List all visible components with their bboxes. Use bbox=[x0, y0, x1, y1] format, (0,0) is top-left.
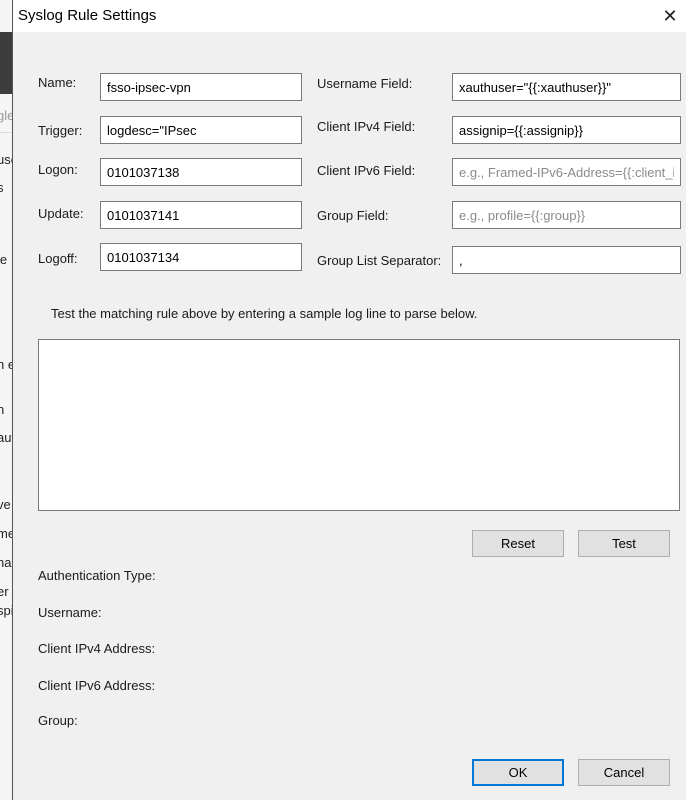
background-text: s bbox=[0, 180, 4, 195]
reset-button[interactable]: Reset bbox=[472, 530, 564, 557]
ok-button[interactable]: OK bbox=[472, 759, 564, 786]
client-ipv6-field-label: Client IPv6 Field: bbox=[317, 163, 416, 178]
trigger-label: Trigger: bbox=[38, 123, 83, 138]
update-label: Update: bbox=[38, 206, 84, 221]
username-result-label: Username: bbox=[38, 605, 102, 620]
username-field-input[interactable] bbox=[452, 73, 681, 101]
title-bar[interactable]: Syslog Rule Settings ✕ bbox=[13, 0, 686, 32]
sample-log-textarea[interactable] bbox=[38, 339, 680, 511]
client-ipv6-field-input[interactable] bbox=[452, 158, 681, 186]
dialog-title: Syslog Rule Settings bbox=[18, 7, 157, 24]
logon-label: Logon: bbox=[38, 162, 78, 177]
test-instruction: Test the matching rule above by entering… bbox=[51, 306, 478, 321]
group-list-separator-input[interactable] bbox=[452, 246, 681, 274]
background-text: er bbox=[0, 584, 9, 599]
trigger-input[interactable] bbox=[100, 116, 302, 144]
client-ipv4-address-label: Client IPv4 Address: bbox=[38, 641, 156, 656]
username-field-label: Username Field: bbox=[317, 76, 413, 91]
name-label: Name: bbox=[38, 75, 77, 90]
logoff-input[interactable] bbox=[100, 243, 302, 271]
group-list-separator-label: Group List Separator: bbox=[317, 253, 442, 268]
authentication-type-label: Authentication Type: bbox=[38, 568, 156, 583]
close-icon[interactable]: ✕ bbox=[660, 6, 680, 26]
logon-input[interactable] bbox=[100, 158, 302, 186]
client-ipv4-field-label: Client IPv4 Field: bbox=[317, 119, 416, 134]
background-text: ve bbox=[0, 497, 11, 512]
name-input[interactable] bbox=[100, 73, 302, 101]
group-field-label: Group Field: bbox=[317, 208, 389, 223]
client-ipv6-address-label: Client IPv6 Address: bbox=[38, 678, 156, 693]
group-result-label: Group: bbox=[38, 713, 78, 728]
group-field-input[interactable] bbox=[452, 201, 681, 229]
syslog-rule-settings-dialog: Syslog Rule Settings ✕ Name: Trigger: Lo… bbox=[12, 0, 686, 800]
update-input[interactable] bbox=[100, 201, 302, 229]
client-ipv4-field-input[interactable] bbox=[452, 116, 681, 144]
background-text: le bbox=[0, 252, 8, 267]
test-button[interactable]: Test bbox=[578, 530, 670, 557]
cancel-button[interactable]: Cancel bbox=[578, 759, 670, 786]
background-text: n bbox=[0, 402, 5, 417]
logoff-label: Logoff: bbox=[38, 251, 78, 266]
